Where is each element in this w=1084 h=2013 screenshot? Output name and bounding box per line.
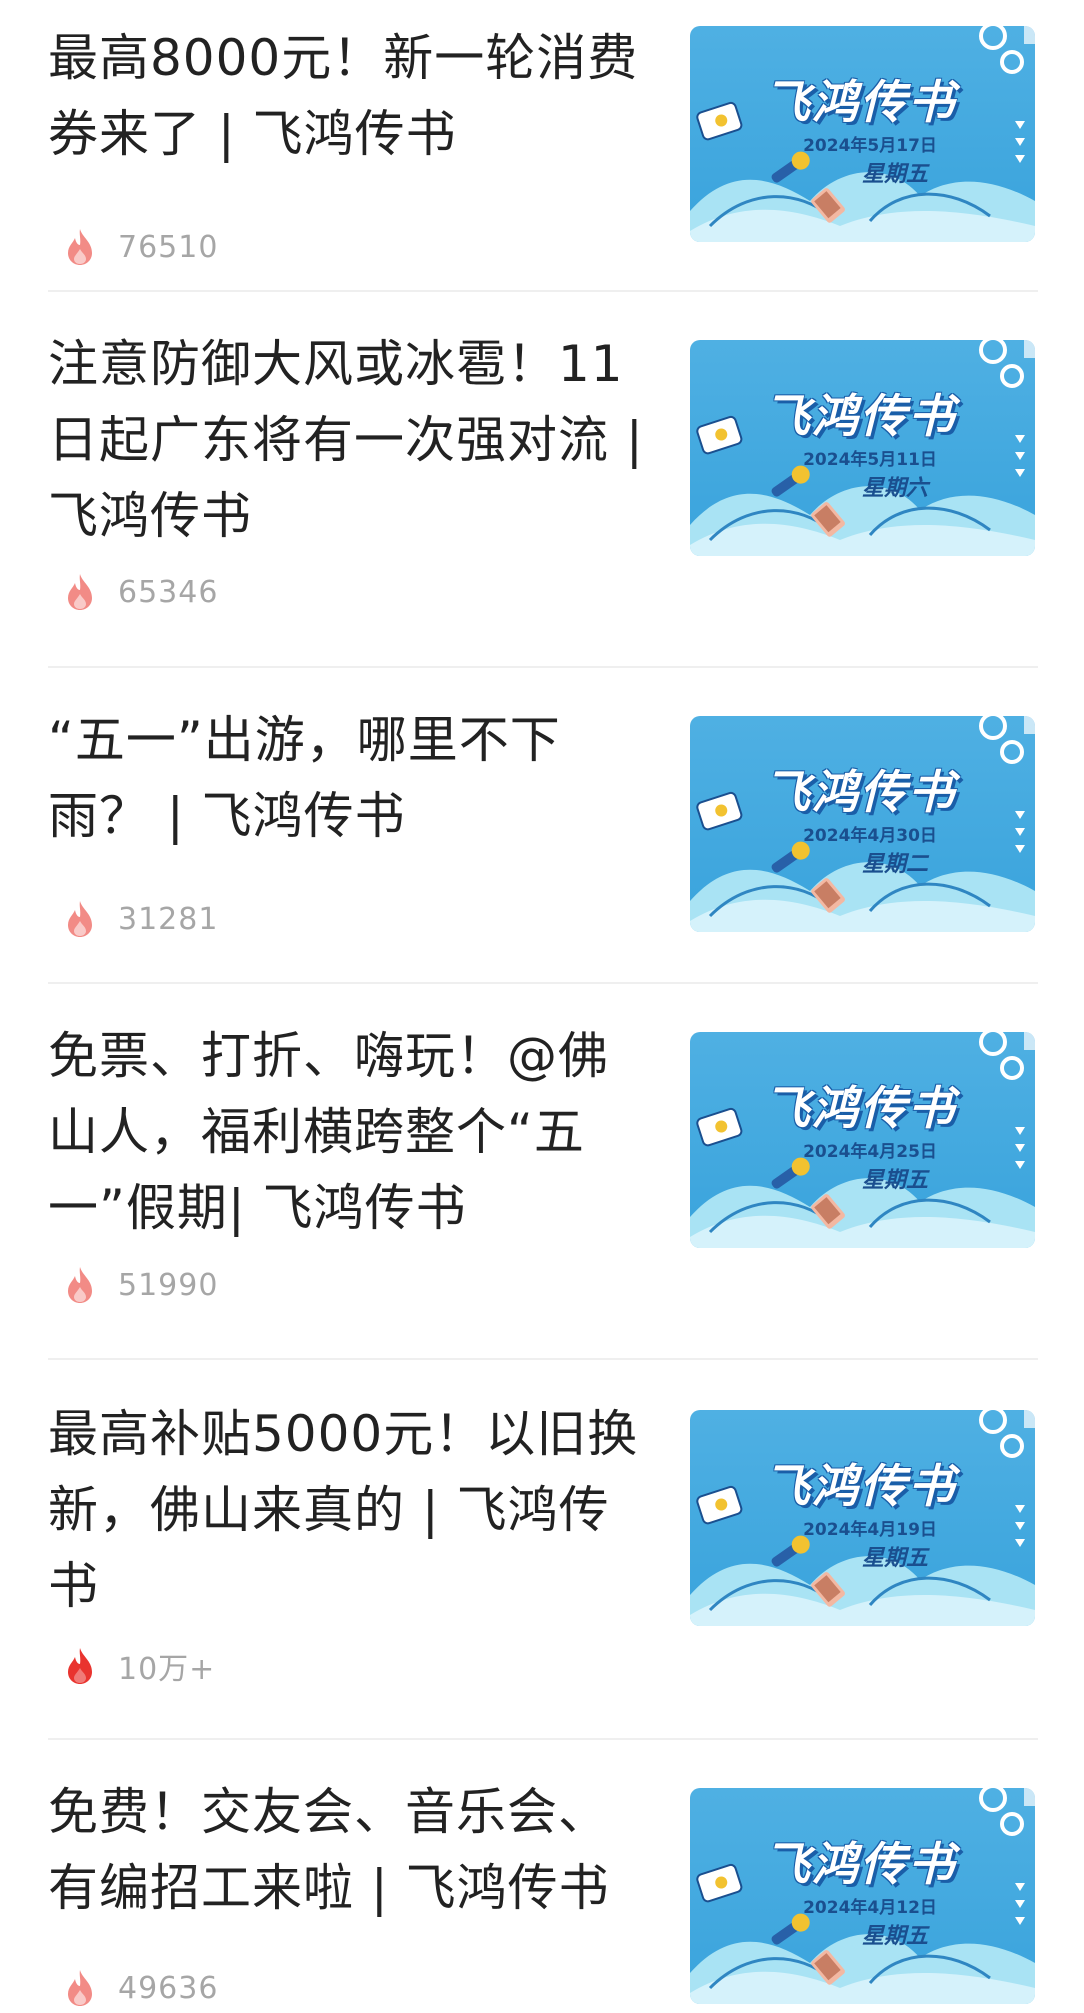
- thumbnail-date: 2024年5月17日: [803, 136, 937, 156]
- thumbnail-brand: 飞鸿传书: [764, 1837, 956, 1891]
- divider: [48, 1358, 1038, 1360]
- article-item[interactable]: “五一”出游，哪里不下雨？ | 飞鸿传书 31281 飞鸿传书 2024年4月3…: [0, 702, 1084, 982]
- article-thumbnail[interactable]: 飞鸿传书 2024年4月19日 星期五: [690, 1410, 1035, 1626]
- article-thumbnail[interactable]: 飞鸿传书 2024年5月11日 星期六: [690, 340, 1035, 556]
- article-item[interactable]: 最高8000元！新一轮消费券来了 | 飞鸿传书 76510 飞鸿传书 2024年…: [0, 20, 1084, 290]
- view-count: 49636: [118, 1970, 219, 2006]
- thumbnail-brand: 飞鸿传书: [764, 1081, 956, 1135]
- view-count: 31281: [118, 901, 219, 937]
- thumbnail-date: 2024年4月19日: [803, 1520, 937, 1540]
- flame-icon: [68, 574, 92, 610]
- article-meta: 51990: [66, 1263, 218, 1307]
- article-title[interactable]: 注意防御大风或冰雹！11日起广东将有一次强对流 | 飞鸿传书: [48, 326, 648, 554]
- article-title[interactable]: “五一”出游，哪里不下雨？ | 飞鸿传书: [48, 702, 648, 854]
- flame-icon: [68, 1648, 92, 1684]
- article-meta: 49636: [66, 1966, 218, 2010]
- thumbnail-weekday: 星期二: [861, 852, 928, 877]
- article-list: 最高8000元！新一轮消费券来了 | 飞鸿传书 76510 飞鸿传书 2024年…: [0, 0, 1084, 2013]
- divider: [48, 982, 1038, 984]
- article-thumbnail[interactable]: 飞鸿传书 2024年4月25日 星期五: [690, 1032, 1035, 1248]
- article-title[interactable]: 最高补贴5000元！以旧换新，佛山来真的 | 飞鸿传书: [48, 1396, 648, 1624]
- article-meta: 10万+: [66, 1644, 215, 1688]
- article-thumbnail[interactable]: 飞鸿传书 2024年4月12日 星期五: [690, 1788, 1035, 2004]
- article-meta: 31281: [66, 897, 218, 941]
- thumbnail-weekday: 星期六: [861, 476, 928, 501]
- article-thumbnail[interactable]: 飞鸿传书 2024年4月30日 星期二: [690, 716, 1035, 932]
- flame-icon: [68, 901, 92, 937]
- thumbnail-date: 2024年5月11日: [803, 450, 937, 470]
- thumbnail-weekday: 星期五: [861, 1924, 928, 1949]
- flame-icon: [68, 1970, 92, 2006]
- thumbnail-brand: 飞鸿传书: [764, 389, 956, 443]
- flame-icon: [68, 229, 92, 265]
- thumbnail-weekday: 星期五: [861, 162, 928, 187]
- thumbnail-date: 2024年4月12日: [803, 1898, 937, 1918]
- divider: [48, 666, 1038, 668]
- article-item[interactable]: 最高补贴5000元！以旧换新，佛山来真的 | 飞鸿传书 10万+ 飞鸿传书 20…: [0, 1396, 1084, 1738]
- thumbnail-brand: 飞鸿传书: [764, 75, 956, 129]
- divider: [48, 290, 1038, 292]
- article-meta: 65346: [66, 570, 218, 614]
- view-count: 65346: [118, 574, 219, 610]
- thumbnail-brand: 飞鸿传书: [764, 765, 956, 819]
- divider: [48, 1738, 1038, 1740]
- article-title[interactable]: 免票、打折、嗨玩！@佛山人，福利横跨整个“五一”假期| 飞鸿传书: [48, 1018, 648, 1246]
- view-count: 10万+: [118, 1652, 216, 1687]
- thumbnail-weekday: 星期五: [861, 1546, 928, 1571]
- thumbnail-date: 2024年4月25日: [803, 1142, 937, 1162]
- article-meta: 76510: [66, 225, 218, 269]
- article-title[interactable]: 最高8000元！新一轮消费券来了 | 飞鸿传书: [48, 20, 648, 172]
- view-count: 76510: [118, 229, 219, 265]
- thumbnail-date: 2024年4月30日: [803, 826, 937, 846]
- view-count: 51990: [118, 1267, 219, 1303]
- thumbnail-weekday: 星期五: [861, 1168, 928, 1193]
- flame-icon: [68, 1267, 92, 1303]
- article-item[interactable]: 注意防御大风或冰雹！11日起广东将有一次强对流 | 飞鸿传书 65346 飞鸿传…: [0, 326, 1084, 666]
- article-title[interactable]: 免费！交友会、音乐会、有编招工来啦 | 飞鸿传书: [48, 1774, 648, 1926]
- article-thumbnail[interactable]: 飞鸿传书 2024年5月17日 星期五: [690, 26, 1035, 242]
- thumbnail-brand: 飞鸿传书: [764, 1459, 956, 1513]
- article-item[interactable]: 免票、打折、嗨玩！@佛山人，福利横跨整个“五一”假期| 飞鸿传书 51990 飞…: [0, 1018, 1084, 1358]
- article-item[interactable]: 免费！交友会、音乐会、有编招工来啦 | 飞鸿传书 49636 飞鸿传书 2024…: [0, 1774, 1084, 2013]
